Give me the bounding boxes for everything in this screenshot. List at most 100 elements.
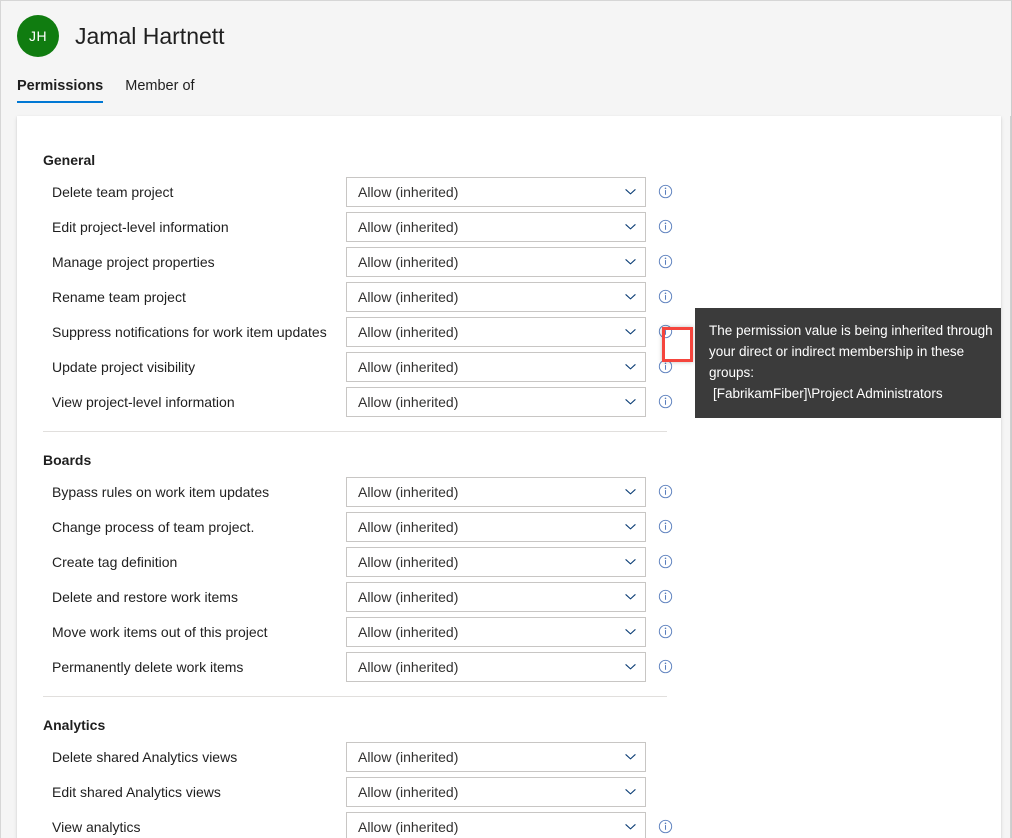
permission-row: Manage project propertiesAllow (inherite… [17, 244, 1001, 279]
permission-dropdown[interactable]: Allow (inherited) [346, 582, 646, 612]
permission-label: Create tag definition [52, 554, 346, 570]
section-gap [17, 697, 1001, 717]
permission-dropdown-value: Allow (inherited) [347, 289, 458, 305]
permission-control: Allow (inherited) [346, 812, 646, 838]
info-icon[interactable] [658, 289, 673, 304]
permission-control: Allow (inherited) [346, 582, 646, 612]
chevron-down-icon [625, 326, 636, 337]
permission-control: Allow (inherited) [346, 742, 646, 772]
section-divider [43, 696, 667, 697]
permission-label: Bypass rules on work item updates [52, 484, 346, 500]
vertical-scrollbar[interactable] [1010, 116, 1011, 838]
permission-dropdown[interactable]: Allow (inherited) [346, 812, 646, 838]
permission-dropdown[interactable]: Allow (inherited) [346, 282, 646, 312]
chevron-down-icon [625, 556, 636, 567]
inheritance-tooltip: The permission value is being inherited … [695, 308, 1001, 418]
permission-dropdown[interactable]: Allow (inherited) [346, 212, 646, 242]
permission-dropdown[interactable]: Allow (inherited) [346, 352, 646, 382]
info-icon[interactable] [658, 554, 673, 569]
permission-dropdown-value: Allow (inherited) [347, 784, 458, 800]
permission-dropdown-value: Allow (inherited) [347, 624, 458, 640]
permission-dropdown[interactable]: Allow (inherited) [346, 317, 646, 347]
permission-dropdown[interactable]: Allow (inherited) [346, 512, 646, 542]
chevron-down-icon [625, 591, 636, 602]
permission-row: Move work items out of this projectAllow… [17, 614, 1001, 649]
identity-header: JH Jamal Hartnett Permissions Member of [1, 1, 1011, 115]
permission-control: Allow (inherited) [346, 547, 646, 577]
chevron-down-icon [625, 186, 636, 197]
permission-dropdown-value: Allow (inherited) [347, 484, 458, 500]
permission-dropdown[interactable]: Allow (inherited) [346, 477, 646, 507]
permission-control: Allow (inherited) [346, 247, 646, 277]
permission-control: Allow (inherited) [346, 352, 646, 382]
info-icon[interactable] [658, 589, 673, 604]
tab-member-of[interactable]: Member of [125, 78, 194, 103]
tab-member-of-label: Member of [125, 78, 194, 94]
permission-row: Permanently delete work itemsAllow (inhe… [17, 649, 1001, 684]
permission-label: Move work items out of this project [52, 624, 346, 640]
permission-control: Allow (inherited) [346, 177, 646, 207]
permission-dropdown[interactable]: Allow (inherited) [346, 777, 646, 807]
permission-row: Edit shared Analytics viewsAllow (inheri… [17, 774, 1001, 809]
permission-label: View analytics [52, 819, 346, 835]
page-title: Jamal Hartnett [75, 25, 225, 48]
identity-row: JH Jamal Hartnett [17, 15, 225, 57]
tooltip-body: The permission value is being inherited … [709, 320, 1001, 383]
section-title: General [17, 152, 1001, 168]
permission-section: AnalyticsDelete shared Analytics viewsAl… [17, 717, 1001, 838]
chevron-down-icon [625, 521, 636, 532]
info-icon-placeholder [658, 784, 673, 799]
permission-control: Allow (inherited) [346, 512, 646, 542]
permission-dropdown[interactable]: Allow (inherited) [346, 652, 646, 682]
chevron-down-icon [625, 221, 636, 232]
permission-label: Update project visibility [52, 359, 346, 375]
permission-dropdown[interactable]: Allow (inherited) [346, 247, 646, 277]
permission-dropdown-value: Allow (inherited) [347, 749, 458, 765]
permission-dropdown[interactable]: Allow (inherited) [346, 617, 646, 647]
permission-dropdown-value: Allow (inherited) [347, 519, 458, 535]
info-icon[interactable] [658, 624, 673, 639]
tab-permissions[interactable]: Permissions [17, 78, 103, 103]
permission-row: View analyticsAllow (inherited) [17, 809, 1001, 838]
permission-dropdown[interactable]: Allow (inherited) [346, 387, 646, 417]
chevron-down-icon [625, 361, 636, 372]
permission-label: Manage project properties [52, 254, 346, 270]
permission-sections: GeneralDelete team projectAllow (inherit… [17, 116, 1001, 838]
section-title: Boards [17, 452, 1001, 468]
info-icon[interactable] [658, 184, 673, 199]
info-icon[interactable] [658, 819, 673, 834]
avatar-initials: JH [29, 28, 47, 44]
chevron-down-icon [625, 821, 636, 832]
info-icon[interactable] [658, 659, 673, 674]
chevron-down-icon [625, 291, 636, 302]
chevron-down-icon [625, 751, 636, 762]
info-icon[interactable] [658, 254, 673, 269]
chevron-down-icon [625, 486, 636, 497]
permission-dropdown[interactable]: Allow (inherited) [346, 177, 646, 207]
permission-dropdown-value: Allow (inherited) [347, 254, 458, 270]
permission-control: Allow (inherited) [346, 282, 646, 312]
info-icon-placeholder [658, 749, 673, 764]
permission-label: Permanently delete work items [52, 659, 346, 675]
permission-row: Delete team projectAllow (inherited) [17, 174, 1001, 209]
info-icon[interactable] [658, 394, 673, 409]
permission-section: BoardsBypass rules on work item updatesA… [17, 452, 1001, 697]
section-divider [43, 431, 667, 432]
info-icon[interactable] [658, 484, 673, 499]
permission-dropdown[interactable]: Allow (inherited) [346, 547, 646, 577]
permission-row: Delete shared Analytics viewsAllow (inhe… [17, 739, 1001, 774]
tab-list: Permissions Member of [17, 71, 217, 103]
permission-row: Delete and restore work itemsAllow (inhe… [17, 579, 1001, 614]
info-icon[interactable] [658, 219, 673, 234]
permission-dropdown[interactable]: Allow (inherited) [346, 742, 646, 772]
permission-label: Delete team project [52, 184, 346, 200]
permission-label: Delete shared Analytics views [52, 749, 346, 765]
chevron-down-icon [625, 626, 636, 637]
permission-dropdown-value: Allow (inherited) [347, 324, 458, 340]
permission-label: Rename team project [52, 289, 346, 305]
section-title: Analytics [17, 717, 1001, 733]
permission-row: Bypass rules on work item updatesAllow (… [17, 474, 1001, 509]
permission-dropdown-value: Allow (inherited) [347, 184, 458, 200]
tooltip-group: [FabrikamFiber]\Project Administrators [709, 383, 1001, 404]
info-icon[interactable] [658, 519, 673, 534]
